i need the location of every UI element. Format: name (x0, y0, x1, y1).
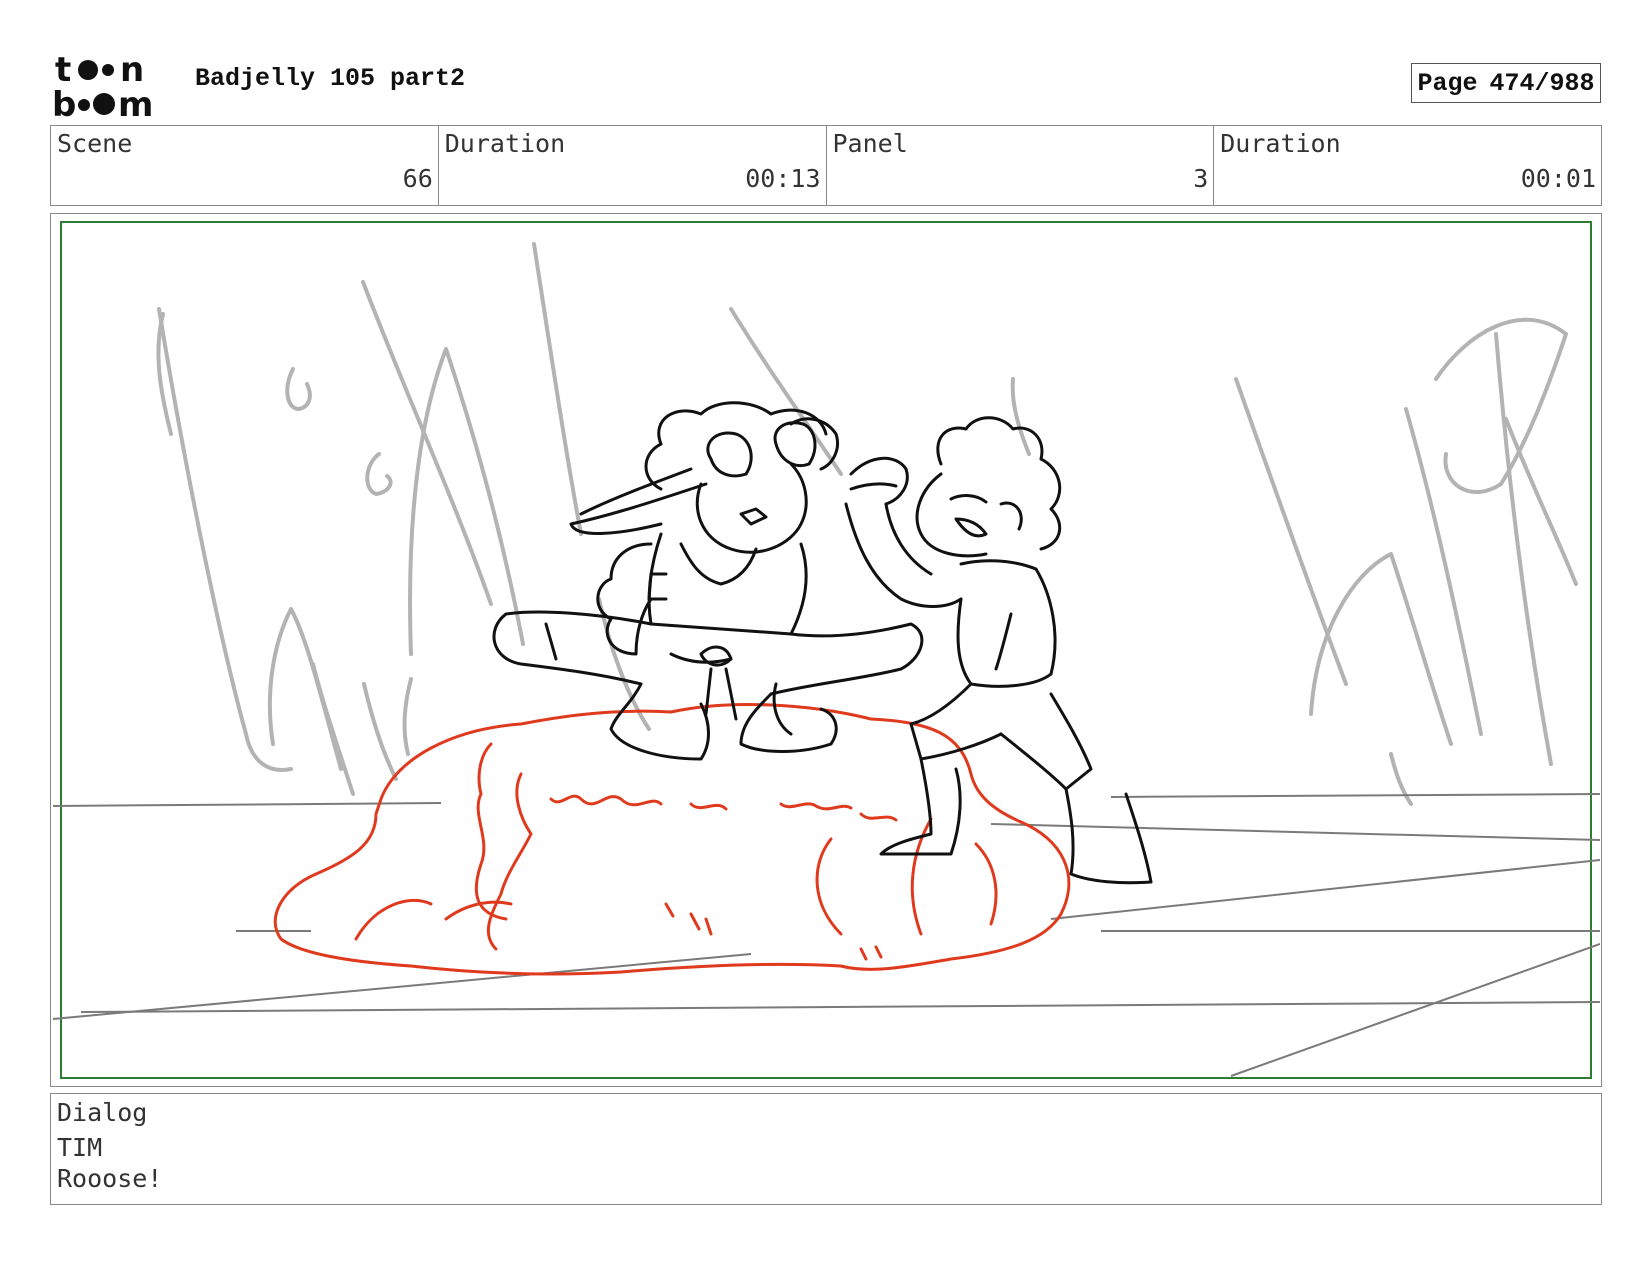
scene-cell: Scene 66 (51, 126, 439, 205)
svg-text:t: t (55, 50, 71, 90)
page-indicator: Page 474/988 (1411, 63, 1601, 103)
scene-label: Scene (57, 129, 133, 158)
dialog-box: Dialog TIM Rooose! (50, 1093, 1602, 1205)
panel-sketch (52, 221, 1600, 1079)
safe-frame (60, 221, 1592, 1079)
panel-duration-value: 00:01 (1520, 164, 1596, 193)
floor-lines (52, 793, 1600, 1077)
dialog-line: Rooose! (57, 1164, 163, 1193)
scene-value: 66 (402, 164, 433, 193)
dialog-speaker: TIM (57, 1133, 103, 1162)
panel-duration-label: Duration (1220, 129, 1341, 158)
svg-text:b: b (52, 85, 76, 118)
scene-duration-value: 00:13 (745, 164, 821, 193)
page-number: 474/988 (1489, 68, 1595, 98)
panel-label: Panel (832, 129, 908, 158)
svg-text:n: n (120, 50, 144, 90)
scene-duration-label: Duration (444, 129, 566, 158)
page-label: Page (1417, 68, 1478, 98)
panel-value: 3 (1193, 164, 1209, 193)
rock-sketch (273, 703, 1071, 976)
scene-info-table: Scene 66 Duration 00:13 Panel 3 Duration… (50, 125, 1602, 206)
storyboard-panel (50, 213, 1602, 1087)
character-sketch (492, 401, 1153, 885)
project-title: Badjelly 105 part2 (195, 64, 466, 93)
background-sketch (156, 242, 1578, 806)
toon-boom-logo: t n b m (52, 50, 153, 118)
dialog-label: Dialog (57, 1098, 148, 1127)
svg-text:m: m (118, 85, 153, 118)
scene-duration-cell: Duration 00:13 (439, 126, 827, 205)
panel-duration-cell: Duration 00:01 (1214, 126, 1601, 205)
panel-cell: Panel 3 (827, 126, 1215, 205)
